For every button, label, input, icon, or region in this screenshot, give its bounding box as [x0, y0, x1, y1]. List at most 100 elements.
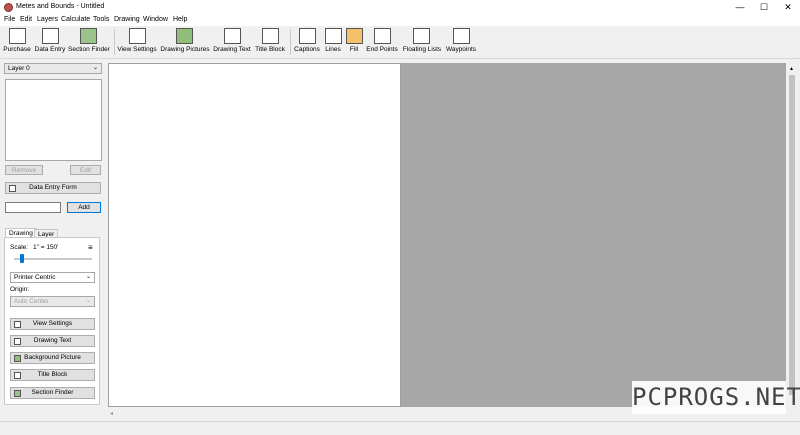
cart-icon — [9, 28, 26, 44]
end-points-icon — [374, 28, 391, 44]
menu-window[interactable]: Window — [143, 16, 168, 23]
scale-label: Scale: — [10, 244, 29, 251]
toolbar-separator — [290, 29, 291, 55]
view-settings-label: View Settings — [117, 46, 157, 53]
text-icon — [224, 28, 241, 44]
captions-button[interactable]: Captions — [293, 27, 321, 56]
status-bar — [0, 421, 800, 435]
chevron-down-icon: ⌄ — [92, 65, 98, 71]
drawing-pictures-label: Drawing Pictures — [160, 46, 210, 53]
form-icon — [9, 185, 16, 192]
mode-select[interactable]: Printer Centric ⌄ — [10, 272, 95, 283]
lines-button[interactable]: Lines — [323, 27, 343, 56]
drawing-pictures-button[interactable]: Drawing Pictures — [160, 27, 210, 56]
background-picture-label: Background Picture — [24, 354, 81, 361]
waypoints-icon — [453, 28, 470, 44]
data-entry-form-label: Data Entry Form — [29, 184, 77, 191]
layer-list[interactable] — [5, 79, 102, 161]
section-finder-label: Section Finder — [68, 46, 110, 53]
title-bar: Metes and Bounds - Untitled — ☐ ✕ — [0, 0, 800, 15]
origin-select-value: Auto Center — [14, 298, 49, 305]
drawing-text-label: Drawing Text — [213, 46, 251, 53]
scale-value: 1" = 150' — [33, 244, 59, 251]
maximize-button[interactable]: ☐ — [752, 0, 776, 15]
scale-slider-track[interactable] — [14, 258, 92, 260]
mode-select-value: Printer Centric — [14, 274, 56, 281]
title-block-icon — [262, 28, 279, 44]
toolbar: Purchase Data Entry Section Finder View … — [0, 26, 800, 59]
drawing-page[interactable] — [108, 63, 401, 407]
menu-edit[interactable]: Edit — [20, 16, 32, 23]
close-button[interactable]: ✕ — [776, 0, 800, 15]
purchase-button[interactable]: Purchase — [2, 27, 32, 56]
end-points-label: End Points — [366, 46, 398, 53]
floating-lists-button[interactable]: Floating Lists — [401, 27, 443, 56]
menu-file[interactable]: File — [4, 16, 15, 23]
floating-lists-label: Floating Lists — [402, 46, 442, 53]
minimize-button[interactable]: — — [728, 0, 752, 15]
menu-tools[interactable]: Tools — [93, 16, 109, 23]
end-points-button[interactable]: End Points — [366, 27, 398, 56]
section-finder-panel-button[interactable]: Section Finder — [10, 387, 95, 399]
drawing-text-button[interactable]: Drawing Text — [212, 27, 252, 56]
menu-layers[interactable]: Layers — [37, 16, 58, 23]
fill-label: Fill — [349, 46, 359, 53]
edit-button[interactable]: Edit — [70, 165, 101, 175]
chevron-left-icon[interactable]: ◂ — [110, 410, 113, 417]
section-finder-panel-label: Section Finder — [31, 389, 74, 396]
section-finder-button[interactable]: Section Finder — [68, 27, 110, 56]
origin-select[interactable]: Auto Center ⌄ — [10, 296, 95, 307]
title-block-panel-label: Title Block — [37, 371, 68, 378]
menu-icon[interactable]: ≡ — [88, 243, 93, 252]
title-block-icon — [14, 372, 21, 379]
app-logo-icon — [4, 3, 13, 12]
menu-drawing[interactable]: Drawing — [114, 16, 140, 23]
lines-icon — [325, 28, 342, 44]
window-title: Metes and Bounds - Untitled — [16, 3, 105, 10]
chevron-up-icon[interactable]: ▴ — [790, 65, 793, 72]
checklist-icon — [14, 321, 21, 328]
remove-button[interactable]: Remove — [5, 165, 43, 175]
map-icon — [80, 28, 97, 44]
watermark: PCPROGS.NET — [632, 381, 800, 414]
drawing-text-panel-button[interactable]: Drawing Text — [10, 335, 95, 347]
background-picture-button[interactable]: Background Picture — [10, 352, 95, 364]
data-entry-button[interactable]: Data Entry — [34, 27, 66, 56]
list-icon — [413, 28, 430, 44]
captions-icon — [299, 28, 316, 44]
toolbar-separator — [114, 29, 115, 55]
vertical-scroll-thumb[interactable] — [789, 75, 795, 395]
title-block-panel-button[interactable]: Title Block — [10, 369, 95, 381]
lines-label: Lines — [325, 46, 341, 53]
map-icon — [14, 390, 21, 397]
chevron-down-icon: ⌄ — [85, 298, 91, 304]
title-block-button[interactable]: Title Block — [254, 27, 286, 56]
picture-icon — [14, 355, 21, 362]
menu-calculate[interactable]: Calculate — [61, 16, 90, 23]
waypoints-button[interactable]: Waypoints — [445, 27, 477, 56]
layer-name-input[interactable] — [5, 202, 61, 213]
scale-slider-thumb[interactable] — [19, 254, 24, 263]
title-block-label: Title Block — [255, 46, 285, 53]
form-icon — [42, 28, 59, 44]
menu-bar: File Edit Layers Calculate Tools Drawing… — [0, 15, 800, 26]
add-button[interactable]: Add — [67, 202, 101, 213]
drawing-canvas-background[interactable] — [401, 63, 786, 407]
text-icon — [14, 338, 21, 345]
layer-select-value: Layer 0 — [8, 65, 30, 72]
drawing-text-panel-label: Drawing Text — [33, 337, 72, 344]
view-settings-button[interactable]: View Settings — [117, 27, 157, 56]
view-settings-panel-button[interactable]: View Settings — [10, 318, 95, 330]
data-entry-form-button[interactable]: Data Entry Form — [5, 182, 101, 194]
fill-button[interactable]: Fill — [345, 27, 363, 56]
chevron-down-icon: ⌄ — [85, 274, 91, 280]
checklist-icon — [129, 28, 146, 44]
origin-label: Origin: — [10, 286, 30, 293]
vertical-scrollbar[interactable]: ▴ — [786, 63, 798, 407]
paint-bucket-icon — [346, 28, 363, 44]
waypoints-label: Waypoints — [445, 46, 477, 53]
captions-label: Captions — [294, 46, 320, 53]
layer-select[interactable]: Layer 0 ⌄ — [4, 63, 102, 74]
menu-help[interactable]: Help — [173, 16, 187, 23]
picture-icon — [176, 28, 193, 44]
